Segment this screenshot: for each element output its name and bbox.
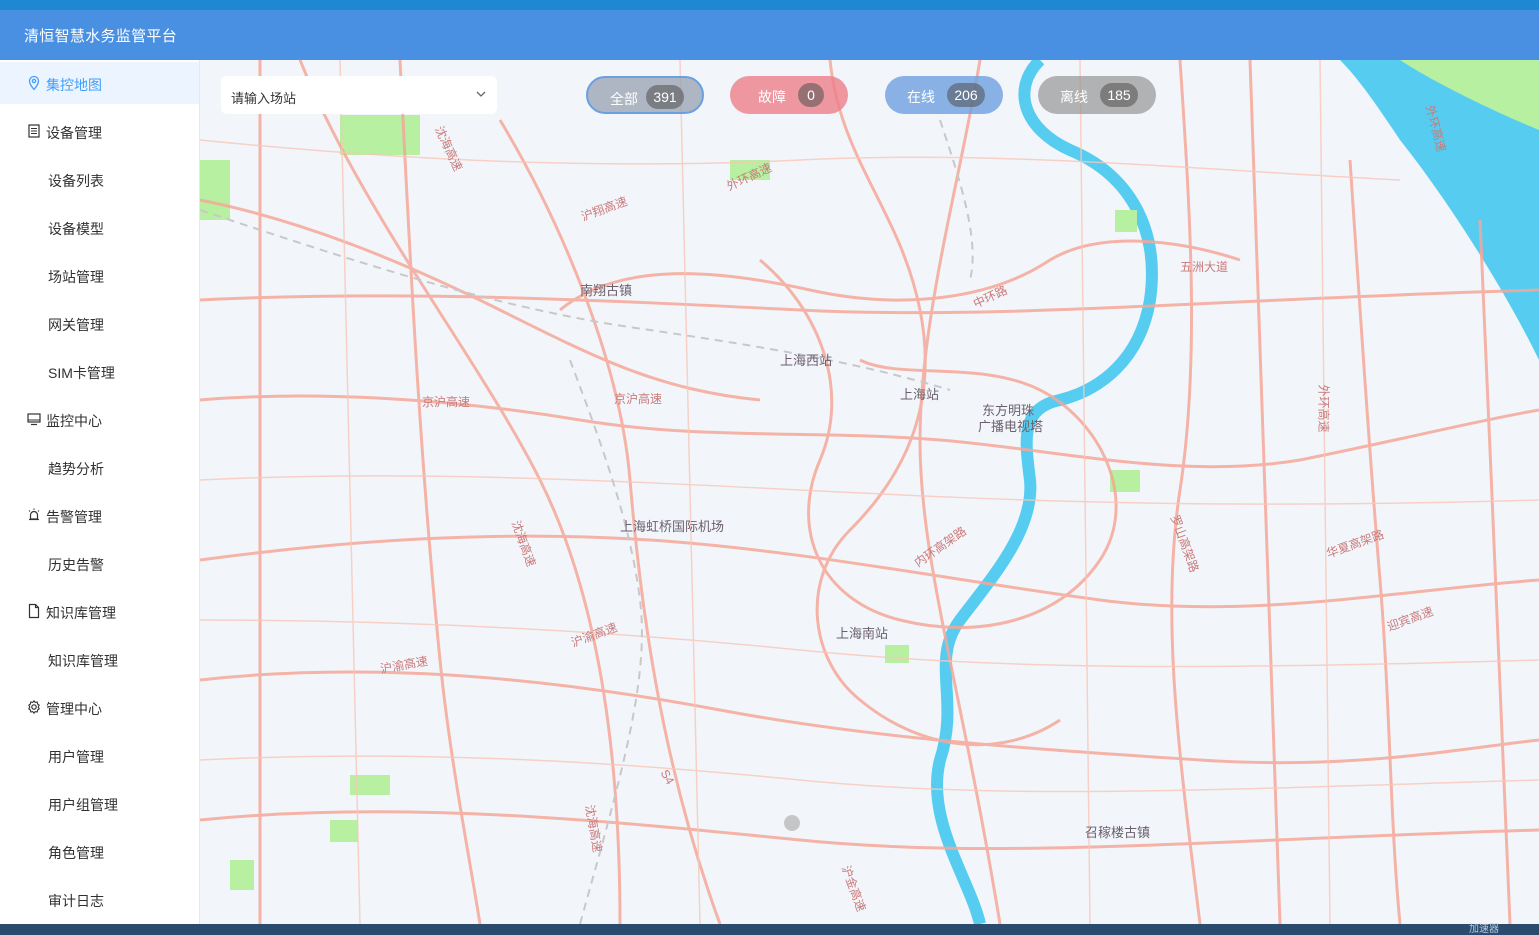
sidebar-item-label: 知识库管理: [46, 605, 116, 621]
station-select[interactable]: 请输入场站: [221, 76, 497, 114]
sidebar-item-role-management[interactable]: 角色管理: [0, 830, 199, 872]
status-filter-count: 391: [646, 85, 684, 109]
sidebar-item-trend-analysis[interactable]: 趋势分析: [0, 446, 199, 488]
sidebar-item-label: 用户组管理: [48, 797, 118, 813]
status-filter-online[interactable]: 在线 206: [885, 76, 1003, 114]
road-network: [200, 60, 1539, 924]
sidebar-item-label: 知识库管理: [48, 653, 118, 669]
alarm-icon: [28, 508, 40, 521]
map-label: 上海虹桥国际机场: [620, 519, 725, 534]
green-area: [340, 115, 420, 155]
sidebar-item-device-management[interactable]: 设备管理: [0, 110, 199, 152]
sidebar-item-label: 趋势分析: [48, 461, 104, 477]
sidebar: 集控地图 设备管理 设备列表 设备模型 场站管理 网关管理 SIM卡管理 监控中…: [0, 60, 200, 924]
green-area: [885, 645, 909, 663]
status-filter-all[interactable]: 全部 391: [586, 76, 704, 114]
sidebar-item-knowledge-base[interactable]: 知识库管理: [0, 590, 199, 632]
gear-icon: [28, 699, 40, 715]
device-list-icon: [28, 124, 40, 138]
map-label: 南翔古镇: [580, 283, 633, 298]
status-filter-count: 206: [947, 83, 985, 107]
road-label: 京沪高速: [422, 395, 471, 409]
sidebar-item-label: 集控地图: [46, 77, 102, 93]
status-filter-count: 185: [1100, 83, 1138, 107]
location-pin-icon: [28, 75, 40, 91]
sidebar-item-label: 设备管理: [46, 125, 102, 141]
app-header: 清恒智慧水务监管平台: [0, 10, 1539, 60]
sidebar-item-label: 历史告警: [48, 557, 104, 573]
sidebar-item-user-group-management[interactable]: 用户组管理: [0, 782, 199, 824]
sidebar-item-label: SIM卡管理: [48, 365, 115, 381]
sidebar-item-label: 告警管理: [46, 509, 102, 525]
sidebar-item-knowledge-base-management[interactable]: 知识库管理: [0, 638, 199, 680]
map-label: 召稼楼古镇: [1085, 825, 1151, 840]
road-label: 五洲大道: [1180, 260, 1229, 274]
sidebar-item-alarm-management[interactable]: 告警管理: [0, 494, 199, 536]
sidebar-item-label: 网关管理: [48, 317, 104, 333]
map-label: 广播电视塔: [978, 419, 1044, 434]
green-area: [230, 860, 254, 890]
status-filter-label: 故障: [758, 89, 786, 105]
sidebar-item-label: 场站管理: [48, 269, 104, 285]
sidebar-item-audit-log[interactable]: 审计日志: [0, 878, 199, 920]
browser-tab-strip: [0, 0, 1539, 10]
sidebar-item-user-management[interactable]: 用户管理: [0, 734, 199, 776]
green-area: [330, 820, 358, 842]
map-marker-icon: [784, 815, 800, 831]
sidebar-item-device-list[interactable]: 设备列表: [0, 158, 199, 200]
sidebar-item-label: 设备列表: [48, 173, 104, 189]
sidebar-item-map[interactable]: 集控地图: [0, 62, 199, 104]
sidebar-item-label: 设备模型: [48, 221, 104, 237]
sidebar-item-alarm-history[interactable]: 历史告警: [0, 542, 199, 584]
map-label: 上海站: [900, 387, 940, 402]
sidebar-item-station-management[interactable]: 场站管理: [0, 254, 199, 296]
status-filter-fault[interactable]: 故障 0: [730, 76, 848, 114]
map-view[interactable]: 南翔古镇 上海西站 上海站 东方明珠 广播电视塔 上海虹桥国际机场 上海南站 召…: [200, 60, 1539, 924]
app-title: 清恒智慧水务监管平台: [24, 28, 178, 45]
status-filter-count: 0: [798, 83, 824, 107]
sidebar-item-device-model[interactable]: 设备模型: [0, 206, 199, 248]
sidebar-item-label: 角色管理: [48, 845, 104, 861]
status-filter-label: 全部: [610, 91, 638, 107]
os-taskbar: 加速器: [0, 924, 1539, 935]
status-filter-label: 离线: [1060, 89, 1088, 105]
station-select-placeholder: 请输入场站: [231, 91, 297, 106]
sidebar-item-label: 用户管理: [48, 749, 104, 765]
chevron-down-icon: [476, 91, 486, 97]
status-filter-label: 在线: [907, 89, 935, 105]
sidebar-item-gateway-management[interactable]: 网关管理: [0, 302, 199, 344]
road-label: 京沪高速: [614, 392, 663, 406]
status-filter-offline[interactable]: 离线 185: [1038, 76, 1156, 114]
sidebar-item-admin-center[interactable]: 管理中心: [0, 686, 199, 728]
sidebar-item-label: 监控中心: [46, 413, 102, 429]
minor-roads: [200, 60, 1539, 924]
sidebar-item-label: 管理中心: [46, 701, 102, 717]
sidebar-item-monitor-center[interactable]: 监控中心: [0, 398, 199, 440]
map-label: 上海南站: [836, 626, 889, 641]
sidebar-item-sim-management[interactable]: SIM卡管理: [0, 350, 199, 392]
document-icon: [28, 603, 40, 619]
monitor-icon: [27, 413, 41, 426]
map-label: 上海西站: [780, 353, 833, 368]
green-area: [1115, 210, 1137, 232]
accelerator-label[interactable]: 加速器: [1469, 924, 1499, 935]
road-label: 外环高速: [1316, 384, 1331, 433]
map-canvas: [200, 60, 1539, 924]
sidebar-item-label: 审计日志: [48, 893, 104, 909]
